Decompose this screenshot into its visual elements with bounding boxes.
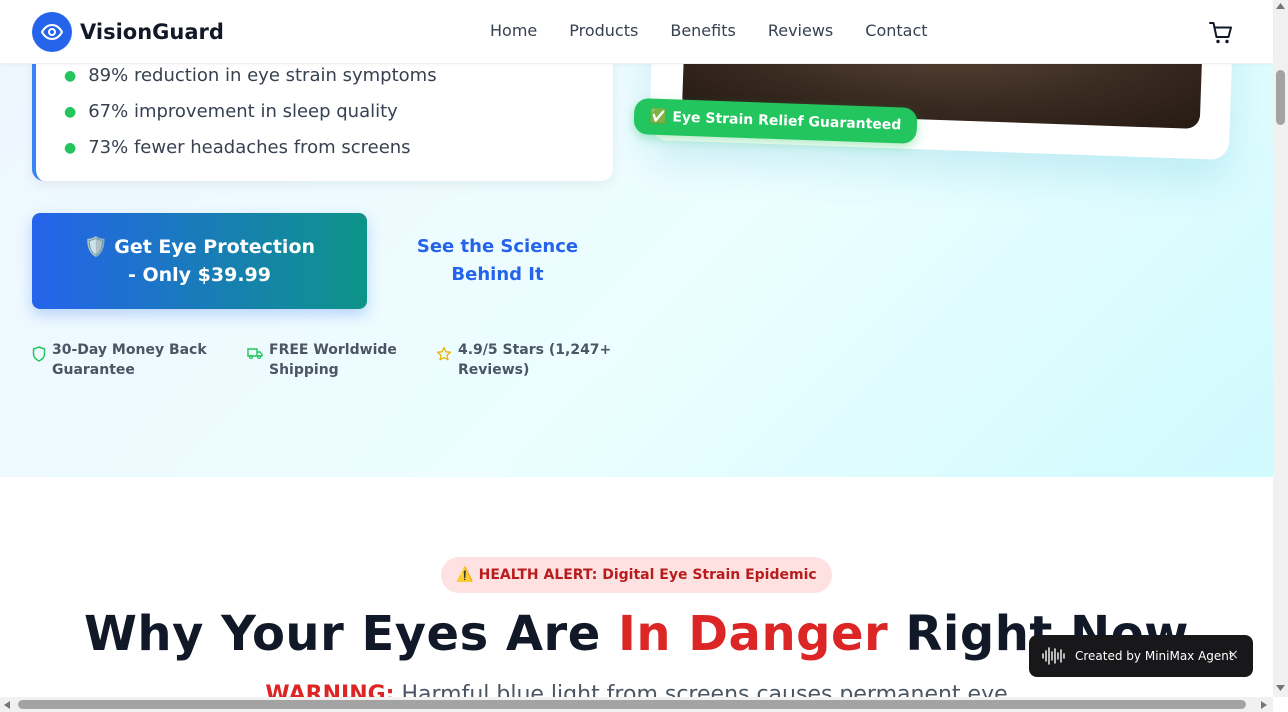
nav-benefits[interactable]: Benefits bbox=[670, 20, 736, 42]
trust-text: FREE Worldwide bbox=[269, 342, 397, 358]
button-label-line2: - Only $39.99 bbox=[127, 264, 271, 286]
eye-icon bbox=[32, 12, 72, 52]
trust-text: Guarantee bbox=[52, 362, 135, 378]
bullet-icon: ● bbox=[64, 104, 77, 120]
heading-text: Why Your Eyes Are bbox=[83, 606, 618, 662]
scroll-down-arrow-icon[interactable] bbox=[1276, 685, 1285, 691]
trust-text: Reviews) bbox=[458, 362, 530, 378]
get-eye-protection-button[interactable]: 🛡️ Get Eye Protection - Only $39.99 bbox=[32, 213, 367, 309]
vertical-scroll-thumb[interactable] bbox=[1276, 70, 1285, 125]
link-label-line2: Behind It bbox=[451, 264, 544, 285]
nav-home[interactable]: Home bbox=[490, 20, 537, 42]
star-icon bbox=[436, 346, 452, 361]
trust-item-guarantee: 30-Day Money Back Guarantee bbox=[32, 340, 207, 380]
page: ✅ Eye Strain Relief Guaranteed ● 89% redu… bbox=[0, 0, 1288, 712]
bullet-icon: ● bbox=[64, 140, 77, 156]
link-label-line1: See the Science bbox=[416, 236, 579, 257]
trust-text: Shipping bbox=[269, 362, 339, 378]
close-icon[interactable]: × bbox=[1227, 647, 1239, 663]
health-alert-badge: ⚠️ HEALTH ALERT: Digital Eye Strain Epid… bbox=[441, 557, 832, 593]
shield-icon bbox=[32, 346, 46, 362]
stat-text: 67% improvement in sleep quality bbox=[88, 101, 398, 122]
see-science-link[interactable]: See the Science Behind It bbox=[400, 233, 595, 289]
hero-section: ✅ Eye Strain Relief Guaranteed ● 89% redu… bbox=[0, 0, 1273, 477]
toast-text: Created by MiniMax Agent bbox=[1075, 649, 1234, 663]
nav-reviews[interactable]: Reviews bbox=[768, 20, 833, 42]
heading-highlight: In Danger bbox=[617, 606, 889, 662]
stat-item: ● 67% improvement in sleep quality bbox=[64, 94, 437, 130]
vertical-scrollbar[interactable] bbox=[1273, 0, 1288, 697]
stat-item: ● 73% fewer headaches from screens bbox=[64, 130, 437, 166]
waveform-icon bbox=[1042, 647, 1065, 665]
cart-icon[interactable] bbox=[1208, 20, 1234, 46]
nav-products[interactable]: Products bbox=[569, 20, 638, 42]
trust-text: 30-Day Money Back bbox=[52, 342, 207, 358]
trust-text: 4.9/5 Stars (1,247+ bbox=[458, 342, 612, 358]
truck-icon bbox=[247, 348, 263, 360]
button-label-line1: 🛡️ Get Eye Protection bbox=[83, 236, 316, 258]
trust-item-shipping: FREE Worldwide Shipping bbox=[247, 340, 397, 380]
horizontal-scroll-thumb[interactable] bbox=[18, 700, 1246, 709]
brand-logo-link[interactable]: VisionGuard bbox=[32, 12, 224, 52]
trust-item-rating: 4.9/5 Stars (1,247+ Reviews) bbox=[436, 340, 611, 380]
created-by-toast[interactable]: Created by MiniMax Agent × bbox=[1029, 635, 1253, 677]
top-navbar: VisionGuard Home Products Benefits Revie… bbox=[0, 0, 1273, 64]
scroll-right-arrow-icon[interactable] bbox=[1261, 701, 1267, 709]
brand-name: VisionGuard bbox=[80, 20, 224, 44]
scroll-left-arrow-icon[interactable] bbox=[4, 701, 10, 709]
stats-list: ● 89% reduction in eye strain symptoms ● 6… bbox=[64, 58, 437, 166]
stat-text: 73% fewer headaches from screens bbox=[88, 137, 411, 158]
nav-contact[interactable]: Contact bbox=[865, 20, 927, 42]
horizontal-scrollbar[interactable] bbox=[0, 697, 1273, 712]
scroll-up-arrow-icon[interactable] bbox=[1276, 3, 1285, 9]
main-nav: Home Products Benefits Reviews Contact bbox=[490, 20, 960, 42]
